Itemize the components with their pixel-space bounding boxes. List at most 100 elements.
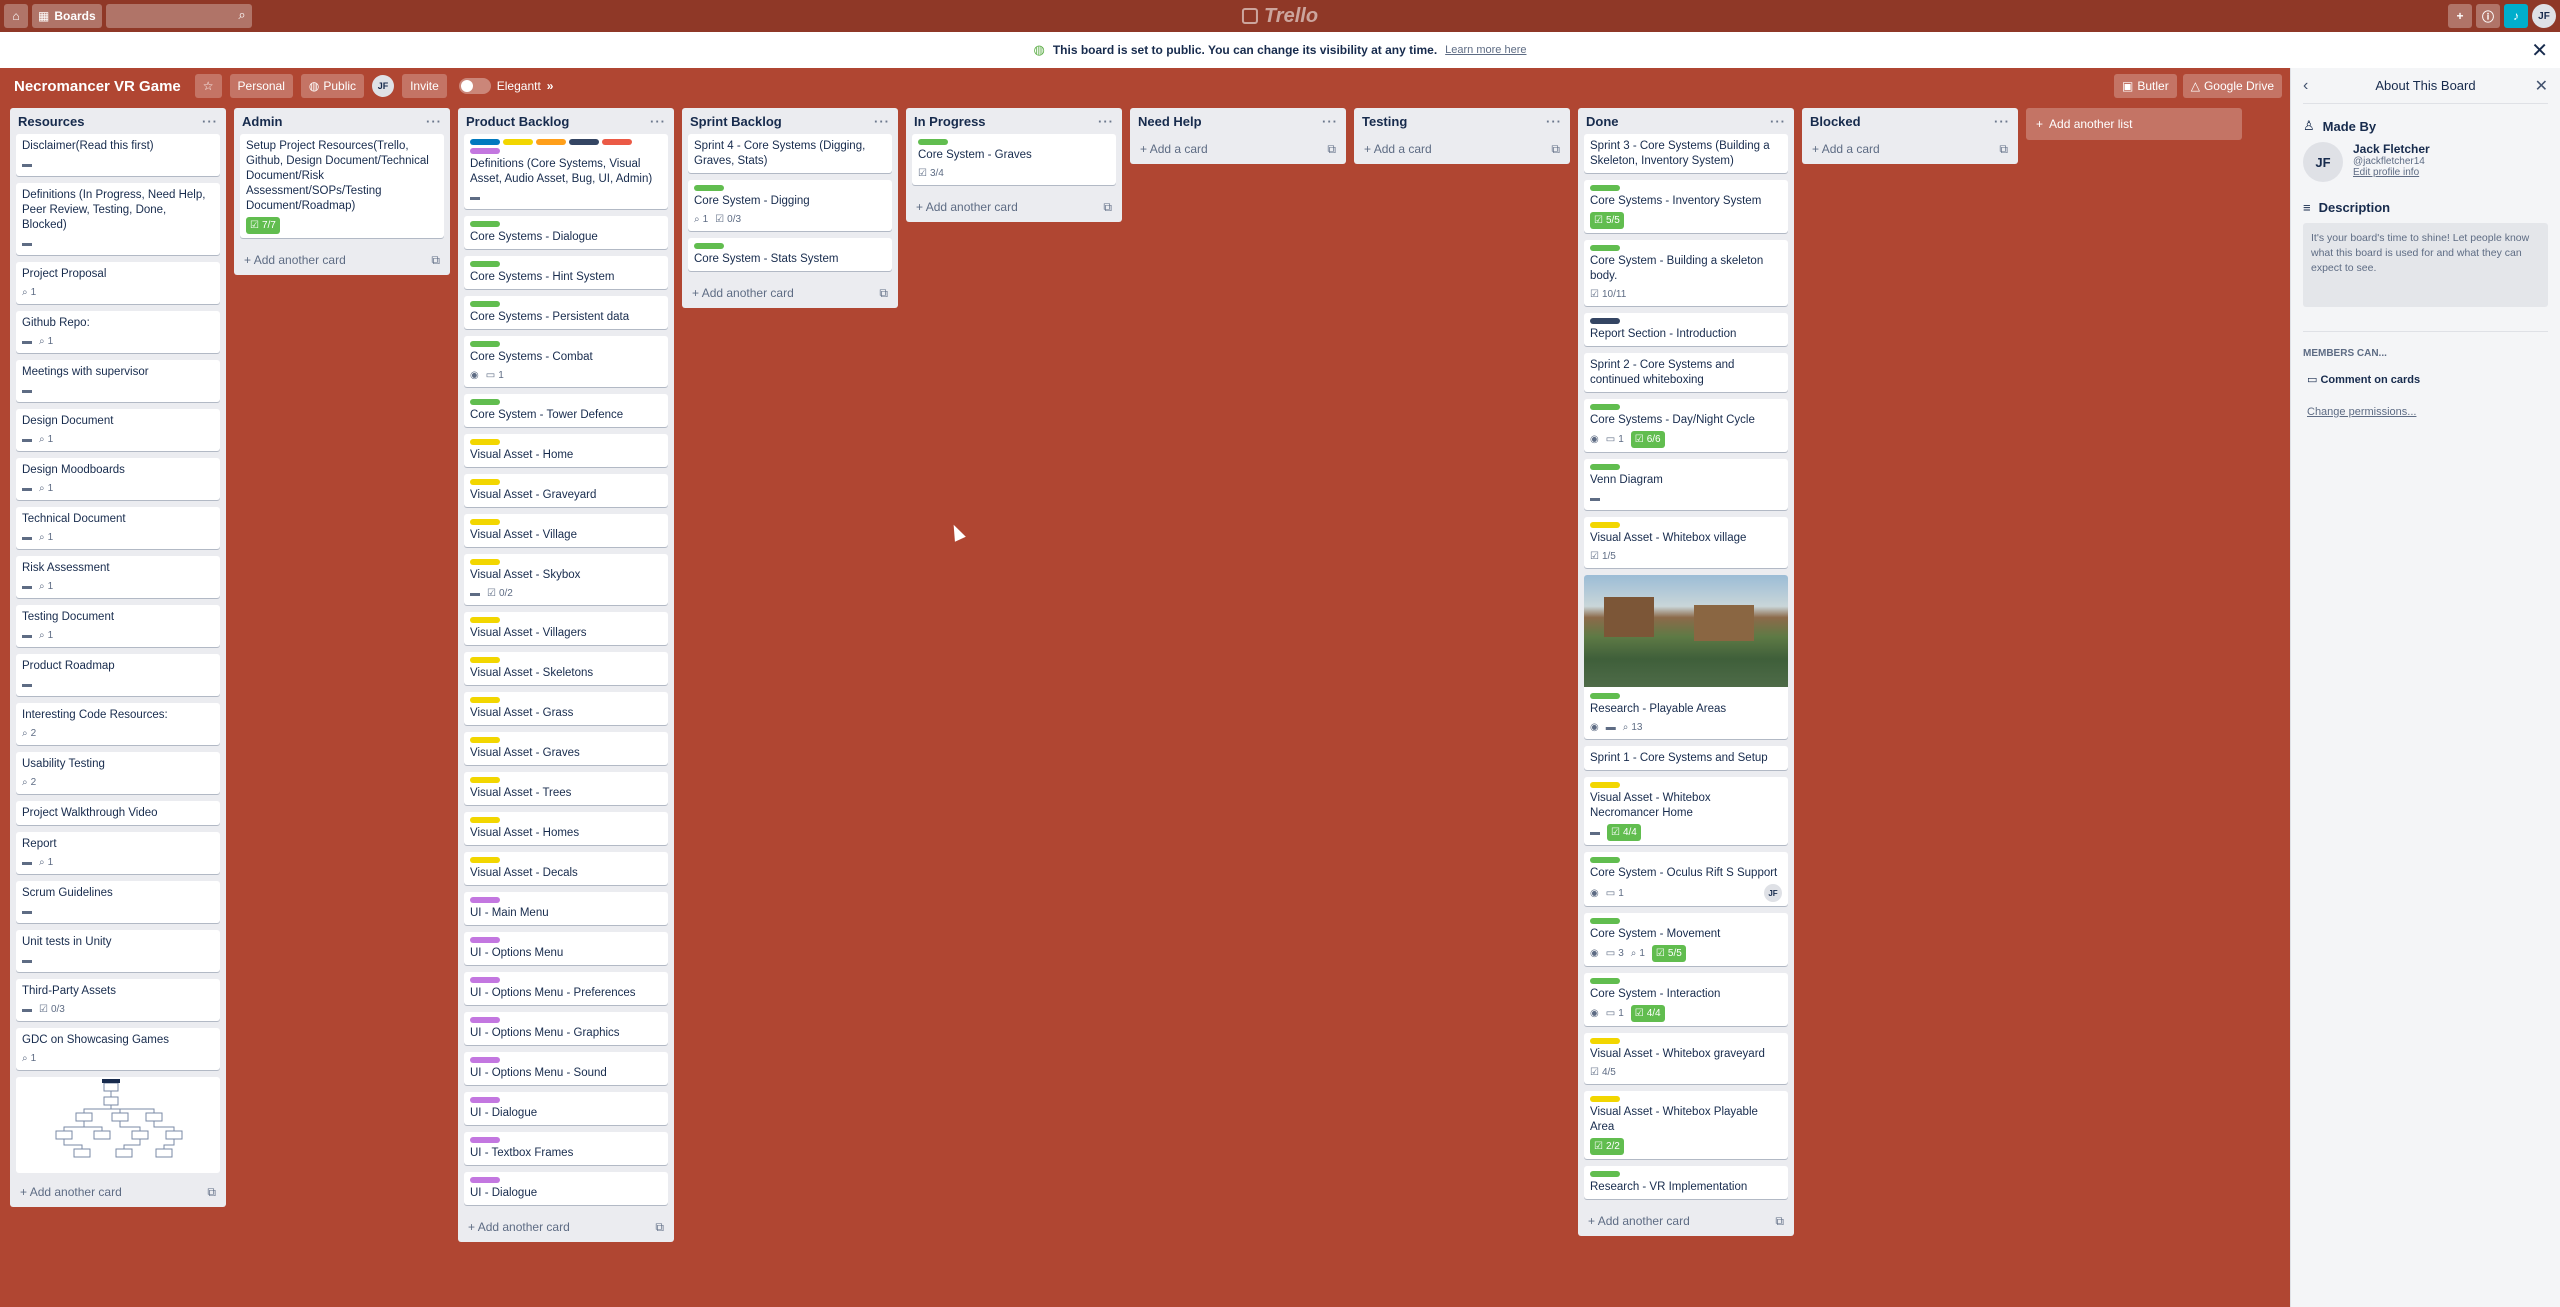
card[interactable]: Core System - Oculus Rift S Support ◉ ▭ 1 JF [1584,852,1788,906]
card[interactable]: Research - VR Implementation [1584,1166,1788,1199]
list-menu-icon[interactable]: ··· [1770,114,1786,129]
card[interactable]: UI - Textbox Frames [464,1132,668,1165]
card-member-avatar[interactable]: JF [1764,884,1782,902]
butler-button[interactable]: ▣ Butler [2114,74,2177,98]
list-menu-icon[interactable]: ··· [1994,114,2010,129]
card-label[interactable] [1590,245,1620,251]
card-label[interactable] [470,697,500,703]
card-label[interactable] [470,148,500,154]
edit-profile-link[interactable]: Edit profile info [2353,167,2430,178]
card-label[interactable] [470,1057,500,1063]
card[interactable]: Visual Asset - Whitebox Necromancer Home… [1584,777,1788,845]
add-card-button[interactable]: + Add a card ⧉ [1802,134,2018,164]
list-title[interactable]: Need Help [1138,114,1202,129]
card[interactable]: UI - Options Menu - Preferences [464,972,668,1005]
card[interactable]: Core System - Stats System [688,238,892,271]
user-avatar[interactable]: JF [2532,4,2556,28]
card-label[interactable] [470,857,500,863]
elegantt-toggle[interactable]: Elegantt » [455,78,558,94]
card-label[interactable] [536,139,566,145]
close-icon[interactable]: ✕ [2535,76,2548,96]
card-label[interactable] [1590,782,1620,788]
card[interactable]: Visual Asset - Grass [464,692,668,725]
card[interactable]: Visual Asset - Graves [464,732,668,765]
card[interactable]: Sprint 3 - Core Systems (Building a Skel… [1584,134,1788,173]
card-label[interactable] [1590,1038,1620,1044]
card-label[interactable] [1590,918,1620,924]
card-label[interactable] [1590,522,1620,528]
card[interactable]: Definitions (In Progress, Need Help, Pee… [16,183,220,255]
card[interactable]: Third-Party Assets ▬ ☑ 0/3 [16,979,220,1021]
card-label[interactable] [470,301,500,307]
card-label[interactable] [470,737,500,743]
list-title[interactable]: Sprint Backlog [690,114,782,129]
card[interactable]: Core Systems - Combat ◉ ▭ 1 [464,336,668,387]
list-menu-icon[interactable]: ··· [1546,114,1562,129]
card-label[interactable] [470,261,500,267]
card-label[interactable] [694,185,724,191]
card-label[interactable] [1590,1096,1620,1102]
add-card-button[interactable]: + Add a card ⧉ [1354,134,1570,164]
card[interactable]: Technical Document ▬ ⌕ 1 [16,507,220,549]
card[interactable]: Interesting Code Resources: ⌕ 2 [16,703,220,745]
card[interactable]: Visual Asset - Village [464,514,668,547]
card-label[interactable] [1590,1171,1620,1177]
card[interactable]: Research - Playable Areas ◉ ▬ ⌕ 13 [1584,575,1788,739]
add-card-button[interactable]: + Add another card ⧉ [458,1212,674,1242]
add-card-button[interactable]: + Add another card ⧉ [234,245,450,275]
card-label[interactable] [1590,464,1620,470]
card-label[interactable] [470,519,500,525]
add-card-button[interactable]: + Add a card ⧉ [1130,134,1346,164]
team-button[interactable]: Personal [229,74,293,98]
list-menu-icon[interactable]: ··· [202,114,218,129]
member-avatar[interactable]: JF [372,75,395,97]
template-icon[interactable]: ⧉ [1551,142,1560,157]
creator-avatar[interactable]: JF [2303,142,2343,182]
card-label[interactable] [470,479,500,485]
template-icon[interactable]: ⧉ [207,1185,216,1200]
card[interactable]: Report ▬ ⌕ 1 [16,832,220,874]
card[interactable]: Core Systems - Persistent data [464,296,668,329]
card-label[interactable] [470,221,500,227]
card[interactable]: GDC on Showcasing Games ⌕ 1 [16,1028,220,1070]
card[interactable]: Visual Asset - Graveyard [464,474,668,507]
visibility-button[interactable]: ◍ Public [300,74,365,98]
card-label[interactable] [470,1137,500,1143]
card-label[interactable] [470,777,500,783]
card[interactable]: Project Walkthrough Video [16,801,220,825]
card-label[interactable] [470,617,500,623]
home-button[interactable]: ⌂ [4,4,28,28]
list-menu-icon[interactable]: ··· [650,114,666,129]
card[interactable]: Design Document ▬ ⌕ 1 [16,409,220,451]
card-label[interactable] [470,1177,500,1183]
info-button[interactable]: ⓘ [2475,4,2500,28]
card[interactable]: Visual Asset - Homes [464,812,668,845]
card[interactable]: Visual Asset - Decals [464,852,668,885]
card-label[interactable] [503,139,533,145]
card[interactable]: Core System - Building a skeleton body. ☑… [1584,240,1788,306]
card[interactable]: Core Systems - Hint System [464,256,668,289]
add-card-button[interactable]: + Add another card ⧉ [682,278,898,308]
card-label[interactable] [602,139,632,145]
template-icon[interactable]: ⧉ [1327,142,1336,157]
card[interactable]: UI - Options Menu - Graphics [464,1012,668,1045]
template-icon[interactable]: ⧉ [1999,142,2008,157]
card-label[interactable] [470,657,500,663]
add-card-button[interactable]: + Add another card ⧉ [1578,1206,1794,1236]
card[interactable]: Definitions (Core Systems, Visual Asset,… [464,134,668,209]
invite-button[interactable]: Invite [402,74,447,98]
card[interactable]: Meetings with supervisor ▬ [16,360,220,402]
list-menu-icon[interactable]: ··· [1322,114,1338,129]
list-title[interactable]: Product Backlog [466,114,569,129]
card[interactable]: Sprint 2 - Core Systems and continued wh… [1584,353,1788,392]
template-icon[interactable]: ⧉ [1775,1214,1784,1229]
card-label[interactable] [1590,857,1620,863]
boards-button[interactable]: ▦ Boards [32,4,102,28]
card-label[interactable] [470,817,500,823]
card[interactable]: Visual Asset - Trees [464,772,668,805]
card-label[interactable] [1590,318,1620,324]
list-title[interactable]: Done [1586,114,1619,129]
learn-more-link[interactable]: Learn more here [1445,44,1526,56]
card[interactable]: Unit tests in Unity ▬ [16,930,220,972]
card-label[interactable] [1590,404,1620,410]
